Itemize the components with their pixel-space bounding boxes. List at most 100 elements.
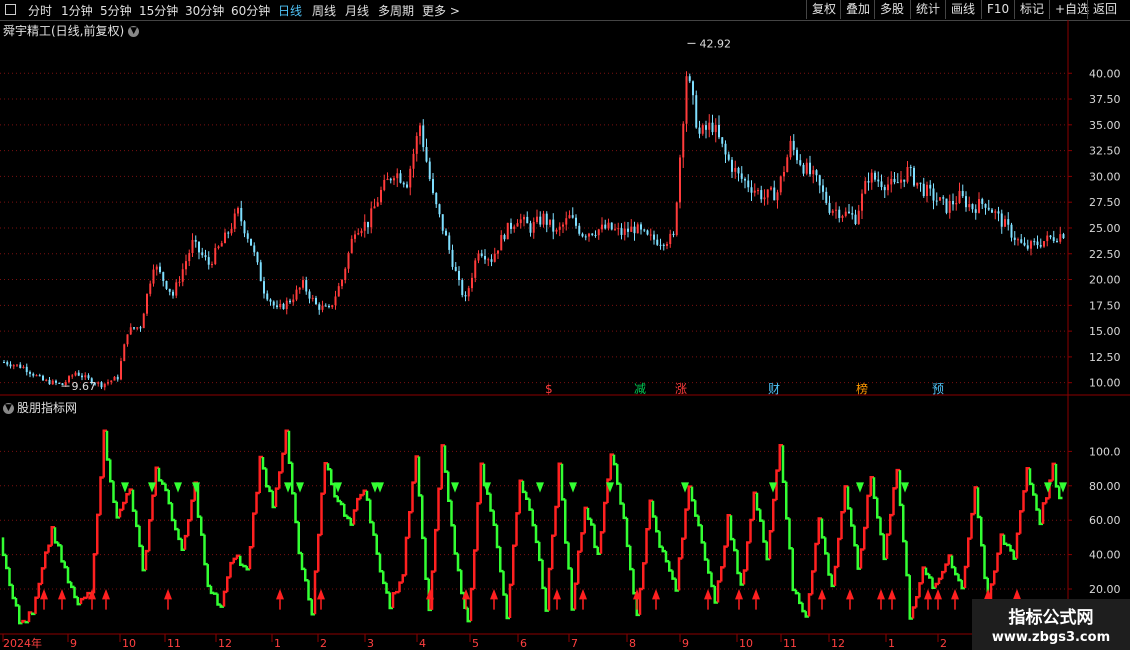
tab-15min[interactable]: 15分钟 (139, 2, 178, 19)
tab-60min[interactable]: 60分钟 (231, 2, 270, 19)
indicator-segment (343, 504, 348, 517)
candle-body (126, 334, 129, 345)
tab-weekly[interactable]: 周线 (312, 2, 336, 19)
tab-more[interactable]: 更多 > (422, 2, 460, 19)
indicator-segment (703, 542, 709, 561)
indicator-segment (1015, 532, 1021, 559)
indicator-segment (924, 567, 930, 576)
indicator-segment (11, 584, 16, 600)
candle-body (341, 279, 343, 287)
tab-30min[interactable]: 30分钟 (185, 2, 224, 19)
statistics-button[interactable]: 统计 (910, 0, 945, 19)
candle-body (461, 280, 464, 296)
indicator-segment (320, 492, 325, 535)
indicator-segment (941, 570, 946, 579)
indicator-segment (772, 498, 777, 532)
candle-body (1010, 224, 1013, 238)
indicator-segment (700, 525, 705, 544)
candle-body (1030, 241, 1032, 249)
indicator-segment (502, 571, 507, 596)
indicator-segment (655, 516, 660, 533)
candle-body (311, 297, 314, 299)
candle-body (701, 125, 704, 134)
candle-body (1056, 240, 1058, 242)
candle-body (74, 372, 77, 376)
candle-body (831, 210, 834, 213)
candle-body (614, 228, 616, 230)
indicator-segment (92, 553, 98, 594)
indicator-segment (317, 533, 322, 572)
candle-body (825, 191, 828, 204)
indicator-segment (736, 550, 741, 575)
candle-body (35, 375, 38, 377)
candle-body (948, 200, 951, 213)
indicator-segment (885, 533, 891, 559)
candle-body (103, 383, 106, 388)
candle-body (1013, 237, 1016, 240)
candle-body (487, 259, 490, 261)
candle-body (669, 233, 672, 245)
candle-body (347, 252, 350, 269)
indicator-segment (1054, 463, 1060, 488)
candle-body (155, 266, 158, 270)
indicator-segment (710, 572, 715, 588)
mark-button[interactable]: 标记 (1014, 0, 1049, 19)
indicator-segment (213, 592, 218, 595)
indicator-segment (677, 557, 683, 591)
candle-body (1023, 242, 1026, 246)
candle-body (721, 137, 724, 144)
candle-body (1046, 235, 1049, 242)
indicator-segment (300, 553, 306, 571)
tab-daily[interactable]: 日线 (278, 2, 302, 19)
tab-multi-period[interactable]: 多周期 (378, 2, 414, 19)
draw-line-button[interactable]: 画线 (945, 0, 980, 19)
indicator-segment (304, 568, 309, 582)
tab-minute-timeshare[interactable]: 分时 (28, 2, 52, 19)
restore-rights-button[interactable]: 复权 (806, 0, 841, 19)
indicator-segment (1035, 494, 1040, 511)
sell-signal-arrow (376, 482, 384, 493)
buy-signal-arrow (164, 589, 172, 600)
indicator-segment (846, 486, 852, 510)
indicator-segment (707, 559, 712, 574)
f10-button[interactable]: F10 (981, 0, 1014, 19)
high-price-label: 42.92 (700, 37, 732, 50)
candle-body (276, 305, 278, 308)
candle-body (783, 171, 785, 177)
time-axis-label: 6 (520, 637, 527, 650)
price-tick-label: 32.50 (1089, 145, 1121, 158)
candle-body (107, 382, 109, 384)
chart-canvas[interactable]: 40.00 37.50 35.00 32.50 30.00 27.50 25.00 22.50… (0, 20, 1130, 650)
indicator-segment (200, 516, 205, 536)
candle-body (409, 168, 412, 188)
indicator-segment (976, 487, 982, 519)
candle-body (568, 215, 571, 219)
indicator-segment (781, 445, 787, 483)
candle-body (838, 209, 841, 218)
indicator-segment (619, 483, 624, 505)
candle-body (617, 228, 620, 230)
candle-body (484, 255, 486, 260)
candle-body (308, 291, 311, 299)
tab-1min[interactable]: 1分钟 (61, 2, 93, 19)
time-axis-label: 10 (122, 637, 136, 650)
multi-stock-button[interactable]: 多股 (874, 0, 909, 19)
indicator-tick-label: 40.00 (1089, 549, 1121, 562)
indicator-segment (8, 567, 13, 587)
candle-body (217, 246, 220, 249)
candle-body (64, 382, 67, 385)
indicator-segment (833, 565, 839, 586)
overlay-button[interactable]: 叠加 (840, 0, 875, 19)
candle-body (1000, 213, 1003, 227)
candle-body (971, 204, 974, 210)
candle-body (757, 190, 759, 192)
tab-5min[interactable]: 5分钟 (100, 2, 132, 19)
candle-body (991, 209, 993, 213)
candle-body (337, 286, 340, 297)
tab-monthly[interactable]: 月线 (345, 2, 369, 19)
indicator-segment (915, 596, 920, 608)
indicator-segment (60, 545, 65, 563)
back-button[interactable]: 返回 (1087, 0, 1122, 19)
window-icon[interactable] (5, 4, 16, 15)
candle-body (500, 235, 503, 251)
